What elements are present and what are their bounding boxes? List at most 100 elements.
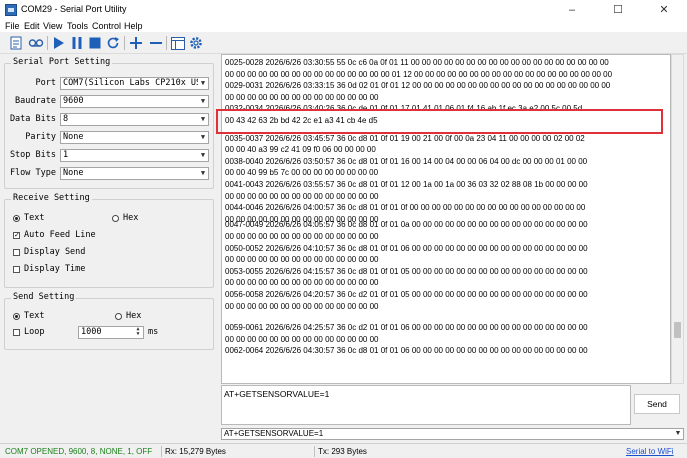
receive-setting-group: Receive Setting Text Hex ✓ Auto Feed Lin…: [4, 193, 214, 288]
menu-tools[interactable]: Tools: [67, 20, 88, 32]
status-separator: [161, 446, 162, 457]
send-setting-group: Send Setting Text Hex Loop 1000 ▲ ▼ ms: [4, 292, 214, 350]
display-time-checkbox[interactable]: [13, 266, 20, 273]
log-line: 00 00 00 00 00 00 00 00 00 00 00 00 00 0…: [225, 232, 379, 241]
refresh-icon[interactable]: [104, 34, 122, 52]
toolbar-separator: [166, 36, 167, 50]
display-send-label: Display Send: [24, 247, 86, 257]
log-line: 00 00 00 00 00 00 00 00 00 00 00 00 00 0…: [225, 334, 379, 344]
parity-value: None: [63, 132, 84, 142]
port-value: COM7(Silicon Labs CP210x USB: [63, 78, 207, 88]
log-line: 00 00 00 00 00 00 00 00 00 00 00 00 00 0…: [225, 301, 379, 311]
window-icon[interactable]: [169, 34, 187, 52]
settings-icon[interactable]: [187, 34, 205, 52]
baudrate-select[interactable]: 9600 ▼: [60, 95, 209, 108]
log-line: 00 00 40 99 b5 7c 00 00 00 00 00 00 00 0…: [225, 168, 379, 178]
title-bar: COM29 - Serial Port Utility – ☐ ✕: [0, 0, 687, 20]
receive-text-label: Text: [24, 213, 45, 223]
loop-interval-spinbox[interactable]: 1000 ▲ ▼: [78, 326, 144, 339]
data-bits-value: 8: [63, 114, 69, 124]
log-line: 0053-0055 2026/6/26 04:15:57 36 0c d8 01…: [225, 266, 588, 276]
baudrate-label: Baudrate: [15, 96, 56, 106]
loop-checkbox[interactable]: [13, 329, 20, 336]
data-bits-label: Data Bits: [9, 114, 56, 124]
chevron-down-icon: ▼: [198, 96, 208, 107]
tx-count: Tx: 293 Bytes: [318, 447, 367, 456]
log-line: 00 00 00 00 00 00 00 00 00 00 00 00 00 0…: [225, 278, 379, 288]
log-line: 0050-0052 2026/6/26 04:10:57 36 0c d8 01…: [225, 243, 588, 253]
log-line: 00 00 00 00 00 00 00 00 00 00 00 00 00 0…: [225, 69, 613, 79]
serial-port-setting-title: Serial Port Setting: [11, 57, 113, 67]
send-input[interactable]: AT+GETSENSORVALUE=1: [221, 385, 631, 425]
flow-type-value: None: [63, 168, 84, 178]
receive-text-radio[interactable]: [13, 215, 20, 222]
log-line: 0029-0031 2026/6/26 03:33:15 36 0d 02 01…: [225, 81, 611, 91]
port-select[interactable]: COM7(Silicon Labs CP210x USB ▼: [60, 77, 209, 90]
send-history-value: AT+GETSENSORVALUE=1: [224, 429, 324, 438]
parity-select[interactable]: None ▼: [60, 131, 209, 144]
menu-control[interactable]: Control: [92, 20, 121, 32]
chevron-down-icon: ▼: [198, 114, 208, 125]
receive-hex-label: Hex: [123, 213, 139, 223]
log-line: 0025-0028 2026/6/26 03:30:55 55 0c c6 0a…: [225, 58, 609, 67]
log-line: 0062-0064 2026/6/26 04:30:57 36 0c d8 01…: [225, 346, 588, 356]
log-line: 00 00 00 00 00 00 00 00 00 00 00 00 00 0…: [225, 191, 379, 201]
close-button[interactable]: ✕: [641, 0, 687, 20]
log-scrollbar[interactable]: [671, 54, 684, 384]
menu-file[interactable]: File: [5, 20, 20, 32]
settings-panel: Serial Port Setting Port COM7(Silicon La…: [0, 54, 220, 442]
menu-help[interactable]: Help: [124, 20, 143, 32]
pause-icon[interactable]: [68, 34, 86, 52]
send-setting-title: Send Setting: [11, 292, 77, 302]
remove-icon[interactable]: [147, 34, 165, 52]
toolbar-separator: [124, 36, 125, 50]
chevron-down-icon: ▼: [198, 132, 208, 143]
auto-feed-line-checkbox[interactable]: ✓: [13, 232, 20, 239]
app-icon: [5, 4, 17, 16]
log-scrollbar-thumb[interactable]: [674, 322, 681, 338]
receive-log[interactable]: 0025-0028 2026/6/26 03:30:55 55 0c c6 0a…: [221, 54, 671, 384]
send-history-select[interactable]: AT+GETSENSORVALUE=1 ▼: [221, 428, 684, 440]
data-bits-select[interactable]: 8 ▼: [60, 113, 209, 126]
log-line: 00 00 00 00 00 00 00 00 00 00 00 00 00 0…: [225, 92, 379, 102]
rx-count: Rx: 15,279 Bytes: [165, 447, 226, 456]
log-line: 0044-0046 2026/6/26 04:00:57 36 0c d8 01…: [225, 203, 586, 213]
serial-to-wifi-link[interactable]: Serial to WiFi: [626, 447, 674, 456]
connection-status: COM7 OPENED, 9600, 8, NONE, 1, OFF: [5, 447, 153, 456]
display-send-checkbox[interactable]: [13, 249, 20, 256]
stop-bits-select[interactable]: 1 ▼: [60, 149, 209, 162]
log-line: 0038-0040 2026/6/26 03:50:57 36 0c d8 01…: [225, 156, 588, 166]
send-button[interactable]: Send: [634, 394, 680, 414]
status-separator: [314, 446, 315, 457]
receive-hex-radio[interactable]: [112, 215, 119, 222]
add-icon[interactable]: [127, 34, 145, 52]
log-line: 0056-0058 2026/6/26 04:20:57 36 0c d2 01…: [225, 290, 588, 299]
flow-type-select[interactable]: None ▼: [60, 167, 209, 180]
send-hex-label: Hex: [126, 311, 142, 321]
stop-bits-label: Stop Bits: [9, 150, 56, 160]
flow-type-label: Flow Type: [9, 168, 56, 178]
menu-edit[interactable]: Edit: [24, 20, 40, 32]
minimize-button[interactable]: –: [549, 0, 595, 20]
loop-label: Loop: [24, 327, 45, 337]
spin-arrows-icon[interactable]: ▲ ▼: [133, 327, 143, 338]
log-line: 00 00 40 a3 99 c2 41 09 f0 06 00 00 00 0…: [225, 145, 376, 155]
send-text-label: Text: [24, 311, 45, 321]
play-icon[interactable]: [50, 34, 68, 52]
chevron-down-icon: ▼: [198, 78, 208, 89]
stop-bits-value: 1: [63, 150, 69, 160]
send-text-radio[interactable]: [13, 313, 20, 320]
send-hex-radio[interactable]: [115, 313, 122, 320]
display-time-label: Display Time: [24, 264, 86, 274]
stop-icon[interactable]: [86, 34, 104, 52]
log-line: 00 00 00 00 00 00 00 00 00 00 00 00 00 0…: [225, 255, 379, 265]
menu-view[interactable]: View: [43, 20, 62, 32]
highlight-box: [216, 109, 663, 134]
record-icon[interactable]: [27, 34, 45, 52]
chevron-down-icon: ▼: [673, 429, 683, 439]
loop-interval-value: 1000: [81, 327, 102, 337]
log-line: 0041-0043 2026/6/26 03:55:57 36 0c d8 01…: [225, 180, 588, 189]
document-icon[interactable]: [7, 34, 25, 52]
log-line: 0059-0061 2026/6/26 04:25:57 36 0c d2 01…: [225, 323, 588, 333]
maximize-button[interactable]: ☐: [595, 0, 641, 20]
